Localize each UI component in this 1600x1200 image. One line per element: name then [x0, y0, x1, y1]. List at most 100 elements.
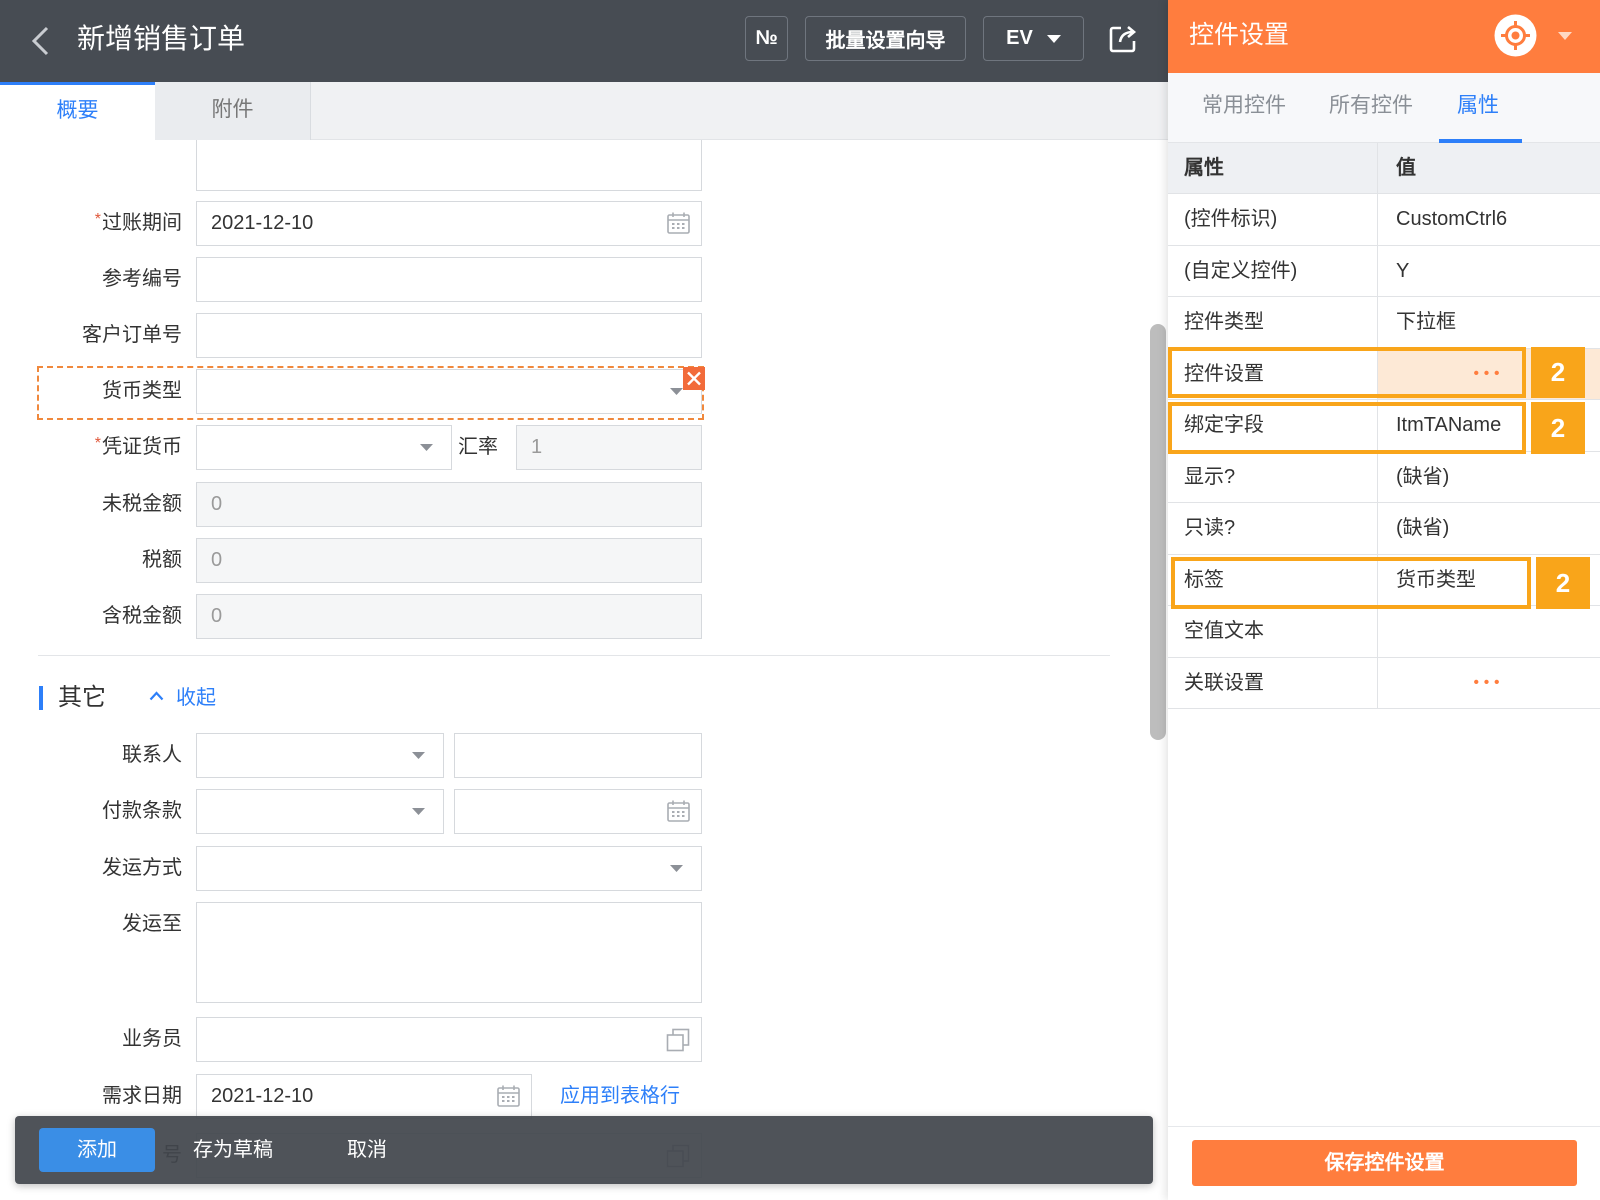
- tax-amount-input: 0: [196, 538, 702, 583]
- collapse-link[interactable]: 收起: [176, 680, 216, 716]
- voucher-currency-label: *凭证货币: [10, 425, 182, 470]
- property-value[interactable]: Y: [1378, 246, 1600, 297]
- table-row[interactable]: 控件类型 下拉框: [1168, 297, 1600, 349]
- property-name: (控件标识): [1168, 194, 1378, 245]
- notes-textarea[interactable]: [196, 140, 702, 191]
- save-control-settings-button[interactable]: 保存控件设置: [1192, 1140, 1577, 1186]
- header-value: 值: [1396, 157, 1416, 179]
- form-scrollbar[interactable]: [1150, 324, 1166, 740]
- property-name: 显示?: [1168, 451, 1378, 502]
- panel-tab-bar: 常用控件 所有控件 属性: [1168, 73, 1600, 143]
- header-property: 属性: [1168, 143, 1378, 193]
- exchange-rate-input: 1: [516, 425, 702, 470]
- batch-setup-wizard-button[interactable]: 批量设置向导: [805, 16, 966, 61]
- annotation-box: [1171, 557, 1531, 609]
- table-row[interactable]: 只读? (缺省): [1168, 503, 1600, 555]
- page-title: 新增销售订单: [77, 23, 246, 54]
- table-row[interactable]: (自定义控件) Y: [1168, 245, 1600, 297]
- payment-terms-select[interactable]: [196, 789, 444, 834]
- caret-down-icon: [670, 865, 683, 873]
- tab-common-controls[interactable]: 常用控件: [1202, 73, 1286, 143]
- posting-period-value: 2021-12-10: [211, 212, 314, 234]
- required-date-input[interactable]: 2021-12-10: [196, 1074, 532, 1119]
- table-header: 属性 值: [1168, 143, 1600, 194]
- customer-order-no-input[interactable]: [196, 313, 702, 358]
- payment-terms-label: 付款条款: [102, 800, 182, 822]
- property-value[interactable]: (缺省): [1378, 503, 1600, 554]
- taxed-amount-input: 0: [196, 594, 702, 639]
- property-value[interactable]: (缺省): [1378, 452, 1600, 503]
- untaxed-amount-value: 0: [211, 493, 223, 515]
- reference-no-label: 参考编号: [102, 268, 182, 290]
- posting-period-date-input[interactable]: 2021-12-10: [196, 201, 702, 246]
- property-name: 只读?: [1168, 503, 1378, 554]
- voucher-currency-select[interactable]: [196, 425, 452, 470]
- payment-date-input[interactable]: [454, 789, 702, 834]
- tax-amount-value: 0: [211, 549, 223, 571]
- exchange-rate-value: 1: [531, 436, 543, 458]
- table-row[interactable]: 关联设置 •••: [1168, 657, 1600, 709]
- taxed-amount-value: 0: [211, 605, 223, 627]
- required-mark: *: [94, 211, 101, 228]
- annotation-badge: 2: [1536, 557, 1590, 609]
- ship-to-label: 发运至: [122, 913, 182, 935]
- annotation-badge: 2: [1531, 347, 1585, 398]
- tab-all-controls[interactable]: 所有控件: [1329, 73, 1413, 143]
- posting-period-label: *过账期间: [10, 201, 182, 246]
- section-title-other: 其它: [58, 684, 106, 711]
- salesperson-label: 业务员: [122, 1028, 182, 1050]
- property-value[interactable]: CustomCtrl6: [1378, 194, 1600, 245]
- ship-to-textarea[interactable]: [196, 902, 702, 1003]
- save-draft-button[interactable]: 存为草稿: [178, 1128, 288, 1172]
- ellipsis-button[interactable]: •••: [1378, 658, 1600, 709]
- customer-order-no-label: 客户订单号: [82, 324, 182, 346]
- apply-to-table-rows-link[interactable]: 应用到表格行: [560, 1074, 680, 1119]
- calendar-icon[interactable]: [497, 1085, 520, 1107]
- contact-label: 联系人: [122, 744, 182, 766]
- copy-icon[interactable]: [666, 1028, 690, 1052]
- add-button[interactable]: 添加: [39, 1128, 155, 1172]
- tab-properties[interactable]: 属性: [1457, 73, 1499, 143]
- cancel-button[interactable]: 取消: [332, 1128, 402, 1172]
- chevron-up-icon[interactable]: [149, 691, 164, 701]
- number-button[interactable]: №: [745, 16, 788, 61]
- crosshair-icon[interactable]: [1494, 14, 1537, 57]
- tab-summary[interactable]: 概要: [0, 82, 155, 140]
- chevron-left-icon[interactable]: [28, 25, 52, 57]
- taxed-amount-label: 含税金额: [102, 605, 182, 627]
- annotation-box: [1168, 347, 1526, 398]
- property-value[interactable]: 下拉框: [1378, 297, 1600, 348]
- ev-dropdown-button[interactable]: EV: [983, 16, 1084, 61]
- form-area: *过账期间 2021-12-10 参考编号 客户订单号 货币类型 *凭证货币 汇…: [0, 140, 1148, 1200]
- caret-down-icon: [412, 752, 425, 760]
- contact-select[interactable]: [196, 733, 444, 778]
- posting-period-label-text: 过账期间: [102, 212, 182, 234]
- table-row[interactable]: 空值文本: [1168, 606, 1600, 658]
- close-icon[interactable]: [683, 367, 705, 390]
- tab-bar: 概要 附件: [0, 82, 1168, 140]
- calendar-icon[interactable]: [667, 800, 690, 822]
- exchange-rate-label: 汇率: [458, 436, 498, 458]
- required-date-value: 2021-12-10: [211, 1085, 314, 1107]
- required-mark: *: [94, 435, 101, 452]
- tax-amount-label: 税额: [142, 549, 182, 571]
- calendar-icon[interactable]: [667, 212, 690, 234]
- caret-down-icon: [412, 808, 425, 816]
- table-row[interactable]: (控件标识) CustomCtrl6: [1168, 194, 1600, 246]
- ev-button-label: EV: [1006, 27, 1033, 49]
- contact-detail-input[interactable]: [454, 733, 702, 778]
- section-accent-bar: [39, 686, 43, 710]
- caret-down-icon[interactable]: [1558, 32, 1572, 40]
- action-bar: 添加 存为草稿 取消: [15, 1116, 1153, 1184]
- reference-no-input[interactable]: [196, 257, 702, 302]
- property-value[interactable]: [1378, 606, 1600, 657]
- table-row[interactable]: 显示? (缺省): [1168, 451, 1600, 503]
- shipping-method-label: 发运方式: [102, 857, 182, 879]
- tab-attachments[interactable]: 附件: [155, 82, 311, 140]
- annotation-box: [1168, 402, 1526, 454]
- caret-down-icon: [1046, 34, 1061, 43]
- section-divider: [38, 655, 1110, 656]
- share-icon[interactable]: [1108, 24, 1138, 54]
- shipping-method-select[interactable]: [196, 846, 702, 891]
- salesperson-input[interactable]: [196, 1017, 702, 1062]
